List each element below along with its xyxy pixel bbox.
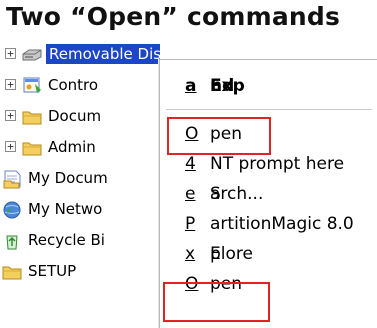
tree-item-label: My Docum bbox=[28, 169, 108, 187]
control-panel-icon bbox=[20, 75, 44, 97]
tree-item-removable-disk[interactable]: + Removable Disk (E:) bbox=[0, 40, 160, 70]
tree-item-label: My Netwo bbox=[28, 200, 103, 218]
tree-item-recycle-bin[interactable]: Recycle Bi bbox=[0, 226, 160, 256]
tree-item-control-panel[interactable]: + Contro bbox=[0, 71, 160, 101]
expand-toggle[interactable]: + bbox=[5, 110, 16, 121]
highlight-open-2 bbox=[163, 282, 270, 322]
menu-item-partitionmagic[interactable]: PartitionMagic 8.0 bbox=[160, 209, 377, 239]
removable-disk-icon bbox=[20, 44, 44, 66]
folder-tree: + Removable Disk (E:) + Contro + bbox=[0, 40, 160, 327]
tree-item-my-network[interactable]: My Netwo bbox=[0, 195, 160, 225]
folder-icon bbox=[20, 137, 44, 159]
tree-item-label: Contro bbox=[48, 76, 99, 94]
menu-item-expand[interactable]: Exp a nd bbox=[160, 71, 377, 101]
recycle-bin-icon bbox=[0, 230, 24, 252]
expand-toggle[interactable]: + bbox=[5, 48, 16, 59]
network-icon bbox=[0, 199, 24, 221]
tree-item-label: Docum bbox=[48, 107, 102, 125]
tree-item-label: Admin bbox=[48, 138, 96, 156]
tree-item-setup[interactable]: SETUP bbox=[0, 257, 160, 287]
menu-item-explore[interactable]: Ex plore bbox=[160, 239, 377, 269]
tree-item-label: Removable Disk (E:) bbox=[46, 44, 160, 64]
menu-separator bbox=[166, 109, 372, 110]
my-documents-icon bbox=[0, 168, 24, 190]
expand-toggle[interactable]: + bbox=[5, 141, 16, 152]
page-title: Two “Open” commands bbox=[6, 2, 341, 31]
tree-item-label: Recycle Bi bbox=[28, 231, 105, 249]
expand-toggle[interactable]: + bbox=[5, 79, 16, 90]
folder-icon bbox=[20, 106, 44, 128]
folder-icon bbox=[0, 261, 24, 283]
highlight-open-1 bbox=[167, 117, 271, 155]
tree-item-my-documents[interactable]: My Docum bbox=[0, 164, 160, 194]
tree-item-admin[interactable]: + Admin bbox=[0, 133, 160, 163]
tree-item-documents[interactable]: + Docum bbox=[0, 102, 160, 132]
tree-item-label: SETUP bbox=[28, 262, 77, 280]
menu-item-search[interactable]: Se arch... bbox=[160, 179, 377, 209]
